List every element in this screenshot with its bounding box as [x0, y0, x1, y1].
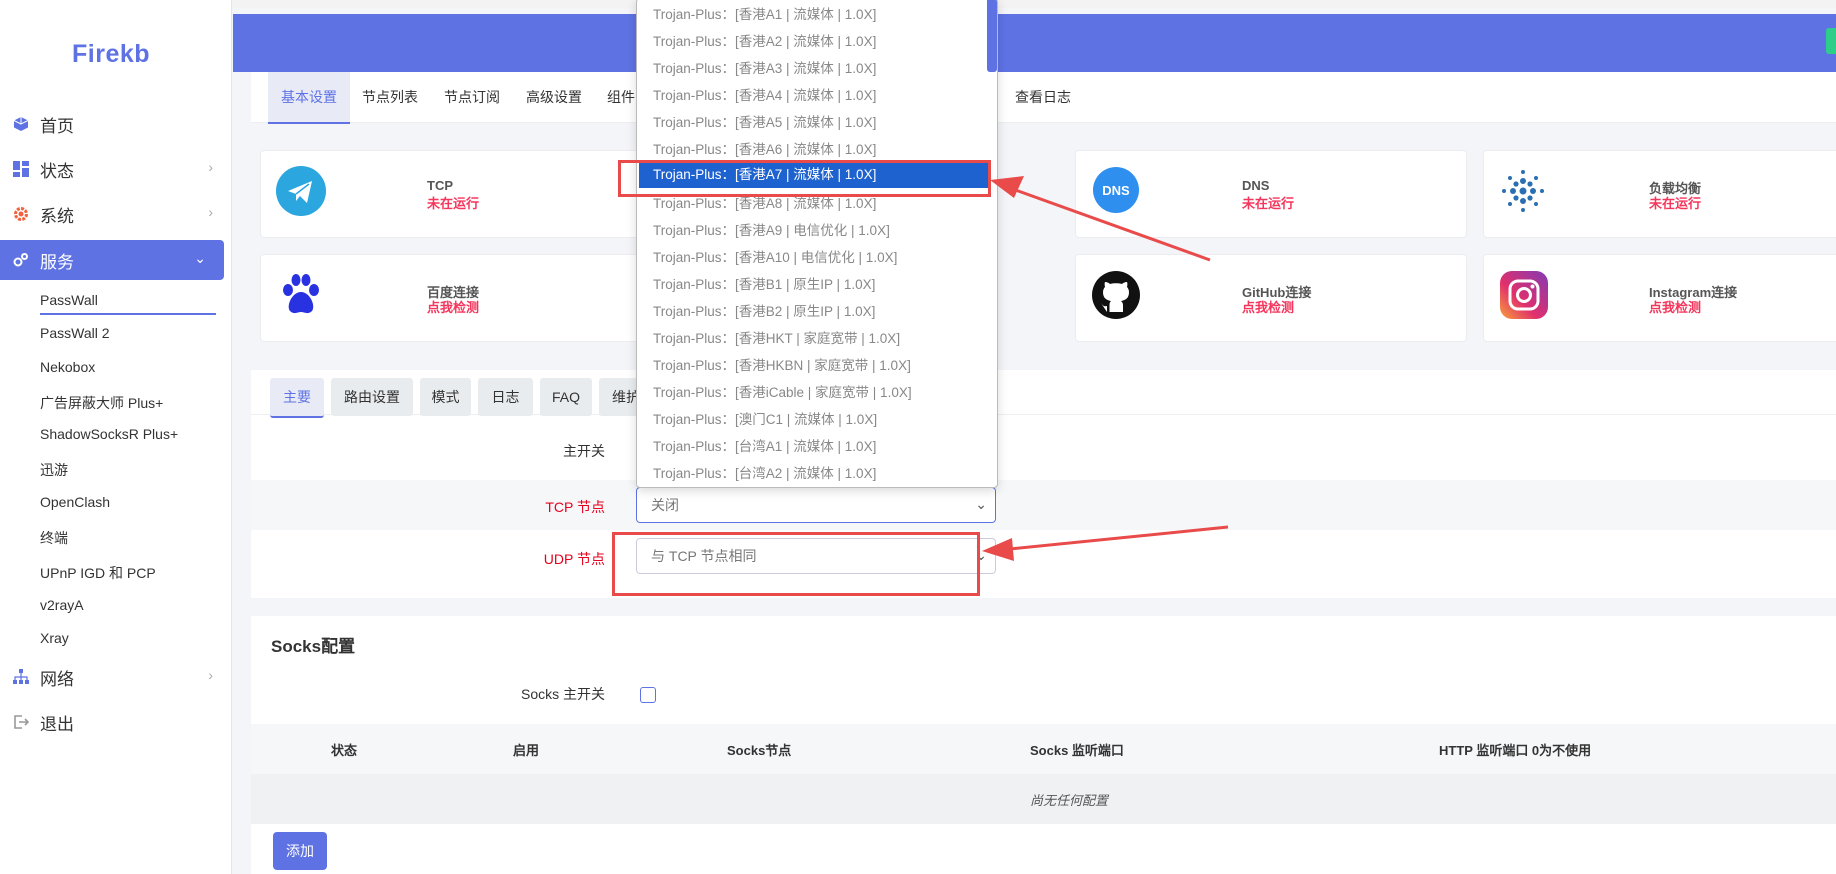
annotation-arrows: [982, 176, 1229, 561]
